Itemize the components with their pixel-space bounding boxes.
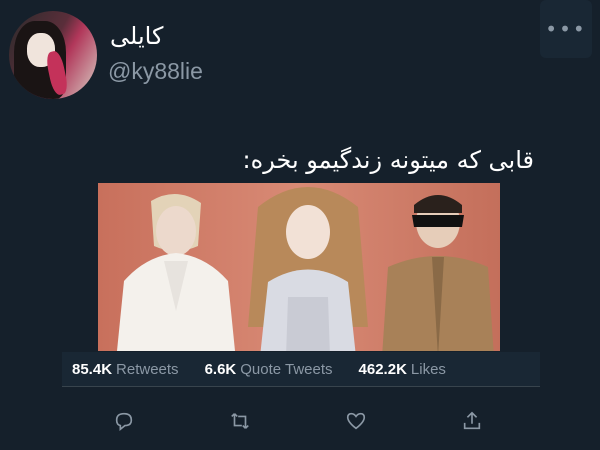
- tweet-stats: 85.4K Retweets 6.6K Quote Tweets 462.2K Lik…: [62, 352, 540, 386]
- person-right: [382, 195, 494, 351]
- tweet-actions: [0, 405, 600, 437]
- like-icon: [346, 412, 366, 430]
- reply-button[interactable]: [108, 405, 140, 437]
- retweet-button[interactable]: [224, 405, 256, 437]
- share-button[interactable]: [456, 405, 488, 437]
- more-button[interactable]: •••: [540, 0, 592, 58]
- like-button[interactable]: [340, 405, 372, 437]
- person-left: [117, 193, 235, 351]
- quotes-stat[interactable]: 6.6K Quote Tweets: [205, 361, 333, 378]
- user-handle[interactable]: @ky88lie: [108, 58, 203, 85]
- quotes-count: 6.6K: [204, 360, 237, 378]
- likes-label: Likes: [410, 360, 446, 378]
- retweets-stat[interactable]: 85.4K Retweets: [72, 361, 179, 378]
- quotes-label: Quote Tweets: [240, 360, 333, 378]
- retweets-label: Retweets: [116, 360, 179, 378]
- retweet-icon: [231, 413, 249, 429]
- stats-divider: [62, 386, 540, 387]
- tweet-photo[interactable]: [98, 183, 500, 351]
- display-name[interactable]: کایلی: [110, 22, 163, 50]
- person-center: [248, 187, 368, 351]
- retweets-count: 85.4K: [72, 360, 113, 378]
- share-icon: [463, 411, 481, 430]
- more-icon: •••: [545, 17, 587, 41]
- reply-icon: [115, 412, 133, 431]
- likes-stat[interactable]: 462.2K Likes: [359, 361, 446, 378]
- tweet-text: قابی که میتونه زندگیمو بخره:: [242, 146, 534, 174]
- likes-count: 462.2K: [358, 360, 407, 378]
- avatar[interactable]: [9, 11, 97, 99]
